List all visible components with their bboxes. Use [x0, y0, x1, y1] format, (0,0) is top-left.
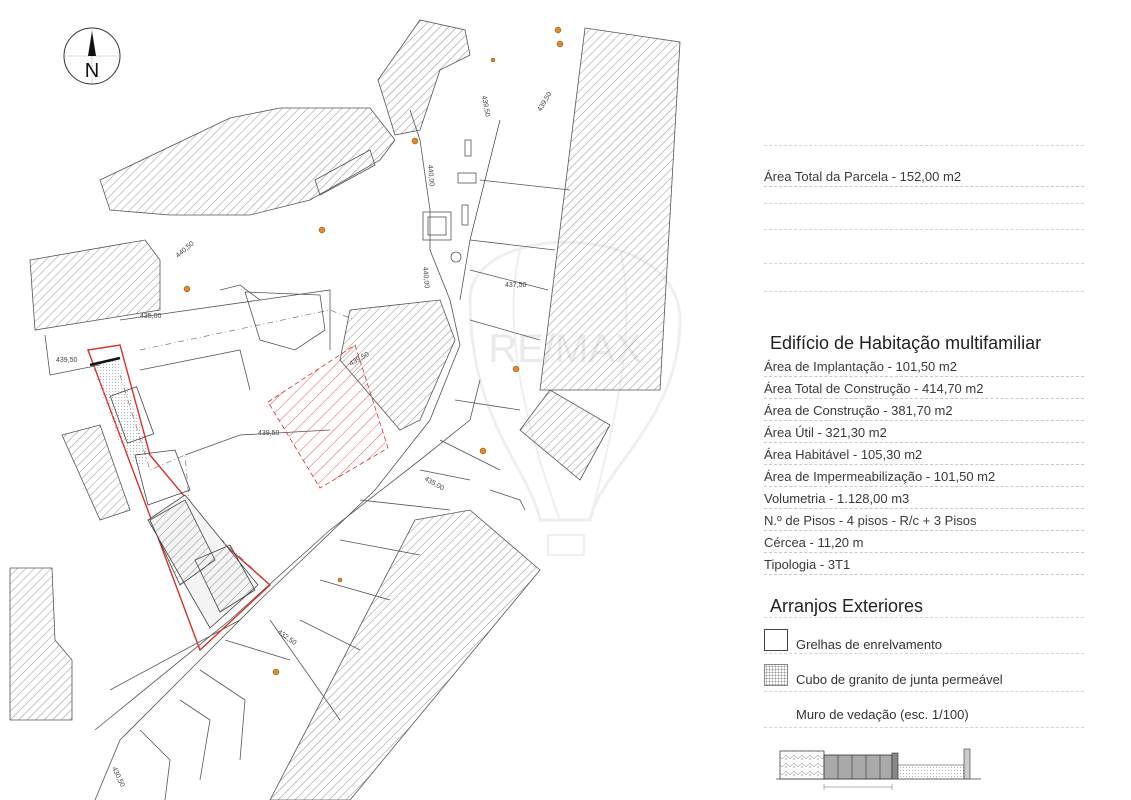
grass-grid-swatch — [764, 629, 788, 651]
contour-label: 439,50 — [56, 357, 78, 364]
exterior-title: Arranjos Exteriores — [770, 596, 924, 616]
contour-label: 440,00 — [426, 165, 435, 187]
contour-label: 437,50 — [505, 282, 527, 289]
contour-label: 435,00 — [140, 313, 162, 320]
north-label: N — [84, 60, 100, 82]
wall-section-drawing — [776, 748, 981, 790]
contour-label: 435,00 — [423, 476, 445, 493]
legend-row: Área de Implantação - 101,50 m2 — [764, 358, 1084, 377]
parcel-area-row: Área Total da Parcela - 152,00 m2 — [764, 168, 1084, 187]
contour-label: 439,50 — [537, 91, 554, 113]
site-plan: RE/MAX — [9, 19, 682, 800]
contour-label: 439,50 — [480, 95, 491, 117]
contour-label: 430,50 — [110, 766, 125, 788]
wall-label: Muro de vedação (esc. 1/100) — [796, 707, 969, 722]
legend-row: Área Habitável - 105,30 m2 — [764, 446, 1084, 465]
contour-label: 440,50 — [175, 240, 196, 259]
contour-label: 440,00 — [421, 267, 430, 289]
legend-row: Tipologia - 3T1 — [764, 556, 1084, 575]
granite-paving-swatch — [764, 664, 788, 686]
legend-row: Área Total de Construção - 414,70 m2 — [764, 380, 1084, 399]
building-title: Edifício de Habitação multifamiliar — [770, 333, 1042, 353]
contour-label: 439,50 — [258, 430, 280, 437]
legend-row: Volumetria - 1.128,00 m3 — [764, 490, 1084, 509]
legend-row: Área de Impermeabilização - 101,50 m2 — [764, 468, 1084, 487]
legend-row: Área Útil - 321,30 m2 — [764, 424, 1084, 443]
legend-row: Área de Construção - 381,70 m2 — [764, 402, 1084, 421]
grass-grid-label: Grelhas de enrelvamento — [796, 637, 942, 652]
legend-row: Cércea - 11,20 m — [764, 534, 1084, 553]
legend-panel: Área Total da Parcela - 152,00 m2 Edifíc… — [740, 0, 1131, 800]
legend-row: N.º de Pisos - 4 pisos - R/c + 3 Pisos — [764, 512, 1084, 531]
granite-paving-label: Cubo de granito de junta permeável — [796, 672, 1003, 687]
